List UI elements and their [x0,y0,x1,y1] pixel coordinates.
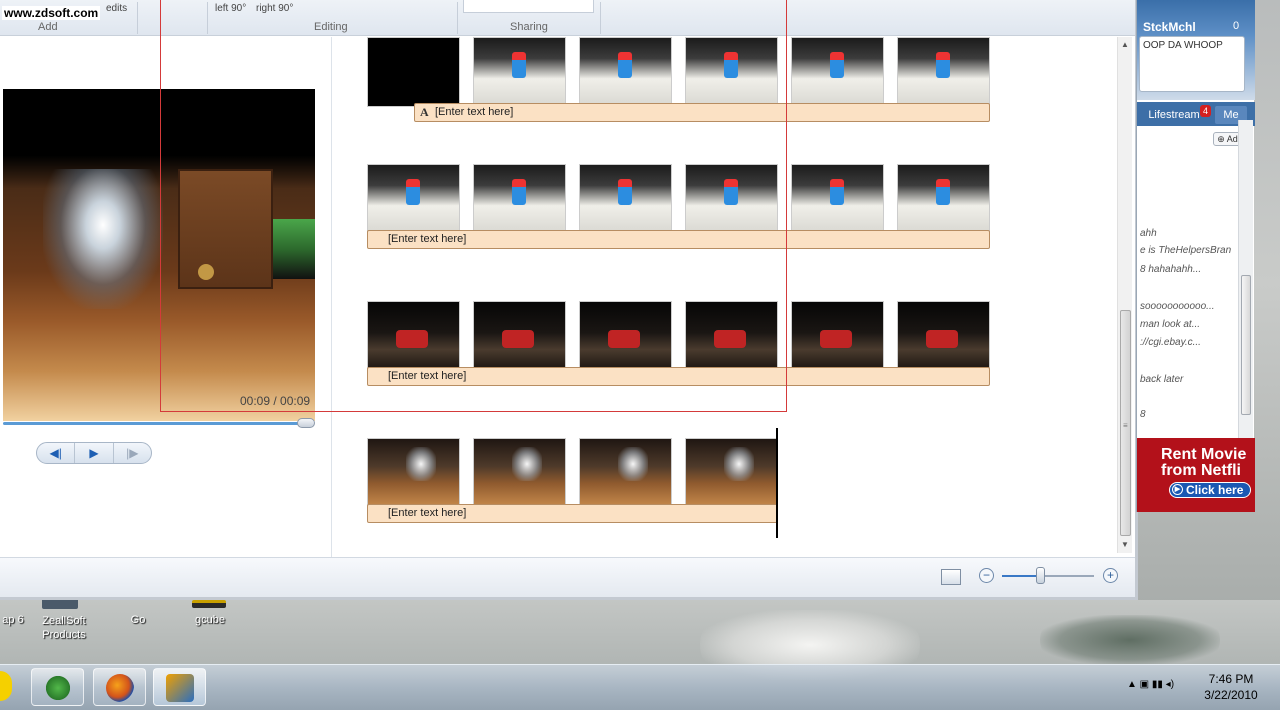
clock-time: 7:46 PM [1208,672,1254,686]
playback-controls: ◀| ▶ |▶ [36,442,152,464]
movie-maker-icon [166,674,194,702]
tray-icons[interactable]: ▲ ▣ ▮▮ ◂) [1127,679,1174,690]
next-frame-button[interactable]: |▶ [114,443,151,463]
storyboard-clip-thumbnail[interactable] [685,438,778,508]
messenger-icon [44,674,72,702]
taskbar-messenger-button[interactable] [31,668,84,706]
storyboard-clip-thumbnail[interactable] [897,37,990,107]
desktop-icon-label: gcube [195,614,225,626]
clock[interactable]: 7:46 PM 3/22/2010 [1196,671,1266,703]
ribbon-fragment: edits [106,3,128,14]
grip-icon: ≡ [1123,421,1128,430]
desktop-wallpaper-detail [1040,615,1220,665]
taskbar-movie-maker-button[interactable] [153,668,206,706]
scroll-thumb[interactable] [1241,275,1251,415]
messenger-status-message[interactable]: OOP DA WHOOP [1139,36,1245,92]
start-button[interactable] [0,671,12,701]
storyboard-scrollbar[interactable]: ▲ ≡ ▼ [1117,37,1132,553]
firefox-icon [106,674,134,702]
feed-item[interactable]: sooooooooooo... [1140,301,1215,312]
messenger-panel: StckMchl 0 OOP DA WHOOP Lifestream 4 Me … [1136,0,1255,512]
status-bar: − + [0,557,1135,597]
storyboard-clip-thumbnail[interactable] [791,301,884,371]
seek-thumb[interactable] [297,418,315,428]
desktop-icon-zeallsoft-products[interactable]: ZeallSoft Products [36,614,92,642]
play-icon: ▶ [89,446,99,460]
storyboard-clip-thumbnail[interactable] [579,438,672,508]
desktop-icon-label: Go [130,614,146,626]
zoom-in-button[interactable]: + [1103,568,1118,583]
previous-frame-icon: ◀| [49,446,62,460]
zoom-out-button[interactable]: − [979,568,994,583]
desktop-icon-gcube[interactable]: gcube [190,614,230,626]
ad-line-2: from Netfli [1161,462,1241,479]
notification-badge: 4 [1200,105,1212,117]
feed-item[interactable]: back later [1140,374,1183,385]
caption-text-bar[interactable]: [Enter text here] [367,504,778,523]
desktop-icon-label: ZeallSoft Products [42,615,86,641]
feed-item[interactable]: ://cgi.ebay.c... [1140,337,1201,348]
desktop-icon-label: ap 6 [2,614,24,626]
seek-bar[interactable] [3,422,313,425]
play-button[interactable]: ▶ [75,443,114,463]
storyboard-clip-thumbnail[interactable] [367,438,460,508]
storyboard-clip-thumbnail[interactable] [897,301,990,371]
storyboard-clip-thumbnail[interactable] [473,438,566,508]
feed-item[interactable]: 8 [1140,409,1146,420]
netflix-ad[interactable]: Rent Movie from Netfli ▶ Click here [1137,438,1255,512]
ad-button-label: Click here [1186,483,1244,497]
preview-glass-object [43,169,163,309]
messenger-user-name[interactable]: StckMchl [1143,20,1196,34]
tab-lifestream[interactable]: Lifestream 4 [1141,105,1212,124]
insertion-point [776,428,778,538]
feed-item[interactable]: man look at... [1140,319,1200,330]
ribbon-separator [137,2,138,34]
movie-maker-window: edits left 90° right 90° Add Editing Sha… [0,0,1138,600]
gcube-icon [192,600,226,608]
ad-click-here-button[interactable]: ▶ Click here [1169,482,1251,498]
taskbar-firefox-button[interactable] [93,668,146,706]
feed-item[interactable]: 8 hahahahh... [1140,264,1201,275]
zoom-slider-fill [1002,575,1040,577]
messenger-header: StckMchl 0 OOP DA WHOOP [1137,0,1255,100]
next-frame-icon: |▶ [126,446,139,460]
taskbar: ▲ ▣ ▮▮ ◂) 7:46 PM 3/22/2010 [0,664,1280,710]
previous-frame-button[interactable]: ◀| [37,443,76,463]
tab-label: Me [1223,109,1239,121]
caption-placeholder: [Enter text here] [388,507,467,519]
watermark: www.zdsoft.com [2,6,101,20]
play-icon: ▶ [1172,484,1183,495]
scroll-thumb[interactable]: ≡ [1120,310,1131,536]
clock-date: 3/22/2010 [1204,688,1258,702]
selection-rectangle [160,0,787,412]
scroll-down-icon[interactable]: ▼ [1121,540,1129,549]
thumbnail-size-button[interactable] [941,569,961,585]
feed-item[interactable]: ahh [1140,228,1157,239]
zoom-slider-thumb[interactable] [1036,567,1045,584]
storyboard-clip-thumbnail[interactable] [791,37,884,107]
messenger-count: 0 [1233,20,1240,32]
desktop-icon-ap6[interactable]: ap 6 [0,614,26,626]
feed-item[interactable]: e is TheHelpersBran [1140,245,1231,256]
ribbon-group-add: Add [38,21,58,33]
scroll-up-icon[interactable]: ▲ [1121,40,1129,49]
storyboard-clip-thumbnail[interactable] [897,164,990,234]
desktop-icon-go[interactable]: Go [126,614,150,626]
tab-label: Lifestream [1148,109,1200,121]
storyboard-clip-thumbnail[interactable] [791,164,884,234]
messenger-scrollbar[interactable] [1238,120,1253,438]
